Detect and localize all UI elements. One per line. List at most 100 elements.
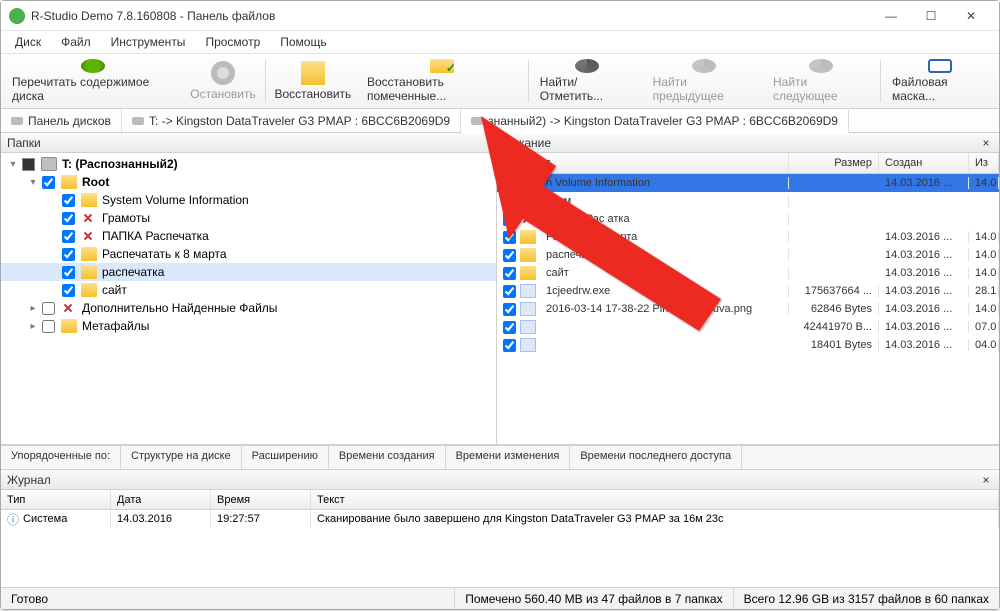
redx-icon (520, 212, 536, 226)
journal-header: Журнал× (1, 470, 999, 490)
tree-row[interactable]: ПАПКА Распечатка (1, 227, 496, 245)
tree-row[interactable]: Грамоты (1, 209, 496, 227)
toolbar-stop: Остановить (183, 54, 263, 108)
file-row[interactable]: 2016-03-14 17-38-22 Piriform Recuva.png … (497, 300, 999, 318)
file-row[interactable]: Распечатать к рта 14.03.2016 ... 14.0 (497, 228, 999, 246)
file-row[interactable]: 18401 Bytes 14.03.2016 ... 04.0 (497, 336, 999, 354)
folder-icon (520, 230, 536, 244)
files-pane: ержание× Имя Размер Создан Из n Volume I… (497, 133, 999, 444)
col-name[interactable]: Имя (523, 153, 789, 173)
minimize-button[interactable]: — (871, 2, 911, 30)
folder-icon (81, 247, 97, 261)
tree-checkbox[interactable] (62, 230, 75, 243)
tree-row[interactable]: System Volume Information (1, 191, 496, 209)
toolbar-reload[interactable]: Перечитать содержимое диска (3, 54, 183, 108)
tree-checkbox[interactable] (62, 194, 75, 207)
tree-row[interactable]: сайт (1, 281, 496, 299)
file-checkbox[interactable] (503, 213, 516, 226)
tree-checkbox[interactable] (62, 266, 75, 279)
tab-disk-panel[interactable]: Панель дисков (1, 109, 122, 132)
tree-root[interactable]: ▾T: (Распознанный2) (1, 155, 496, 173)
status-ready: Готово (1, 588, 58, 609)
toolbar-recover-marked[interactable]: Восстановить помеченные... (358, 54, 526, 108)
toolbar-find[interactable]: Найти/Отметить... (531, 54, 644, 108)
files-pane-close[interactable]: × (979, 136, 993, 150)
disk-icon (471, 117, 483, 125)
file-checkbox[interactable] (503, 303, 516, 316)
folder-tree[interactable]: ▾T: (Распознанный2)▾RootSystem Volume In… (1, 153, 496, 444)
tree-row[interactable]: ▸Дополнительно Найденные Файлы (1, 299, 496, 317)
file-row[interactable]: сайт 14.03.2016 ... 14.0 (497, 264, 999, 282)
tab-volume-1[interactable]: T: -> Kingston DataTraveler G3 PMAP : 6B… (122, 109, 461, 132)
sort-by-structure[interactable]: Структуре на диске (121, 446, 242, 469)
menu-file[interactable]: Файл (51, 33, 101, 51)
redx-icon (81, 211, 97, 225)
document-tabs: Панель дисков T: -> Kingston DataTravele… (1, 109, 999, 133)
menu-help[interactable]: Помощь (270, 33, 336, 51)
tab-volume-2[interactable]: знанный2) -> Kingston DataTraveler G3 PM… (461, 110, 849, 133)
tree-checkbox[interactable] (42, 320, 55, 333)
file-checkbox[interactable] (503, 285, 516, 298)
tree-row[interactable]: ▾Root (1, 173, 496, 191)
file-list[interactable]: n Volume Information 14.03.2016 ... 14.0… (497, 174, 999, 444)
folders-pane: Папки ▾T: (Распознанный2)▾RootSystem Vol… (1, 133, 497, 444)
statusbar: Готово Помечено 560.40 MB из 47 файлов в… (1, 587, 999, 609)
file-checkbox[interactable] (503, 321, 516, 334)
toolbar-recover[interactable]: Восстановить (268, 54, 358, 108)
jcol-time[interactable]: Время (211, 490, 311, 509)
col-size[interactable]: Размер (789, 153, 879, 173)
journal-rows: ⓘСистема14.03.201619:27:57Сканирование б… (1, 510, 999, 528)
tree-checkbox[interactable] (62, 284, 75, 297)
sort-by-mtime[interactable]: Времени изменения (446, 446, 571, 469)
jcol-type[interactable]: Тип (1, 490, 111, 509)
file-checkbox[interactable] (503, 231, 516, 244)
tree-checkbox[interactable] (62, 248, 75, 261)
tree-checkbox[interactable] (62, 212, 75, 225)
toolbar: Перечитать содержимое диска Остановить В… (1, 53, 999, 109)
file-checkbox[interactable] (503, 195, 516, 208)
tree-row[interactable]: ▸Метафайлы (1, 317, 496, 335)
journal-close[interactable]: × (979, 473, 993, 487)
file-mask-icon (928, 59, 952, 73)
titlebar: R-Studio Demo 7.8.160808 - Панель файлов… (1, 1, 999, 31)
menu-view[interactable]: Просмотр (195, 33, 270, 51)
sort-by-ctime[interactable]: Времени создания (329, 446, 446, 469)
file-checkbox[interactable] (503, 267, 516, 280)
app-icon (9, 8, 25, 24)
col-created[interactable]: Создан (879, 153, 969, 173)
tree-checkbox[interactable] (42, 302, 55, 315)
close-button[interactable]: ✕ (951, 2, 991, 30)
file-checkbox[interactable] (503, 339, 516, 352)
col-modified[interactable]: Из (969, 153, 999, 173)
find-icon (575, 59, 599, 73)
folder-icon (61, 175, 77, 189)
file-row[interactable]: n Volume Information 14.03.2016 ... 14.0 (497, 174, 999, 192)
sort-by-ext[interactable]: Расширению (242, 446, 329, 469)
menu-disk[interactable]: Диск (5, 33, 51, 51)
file-row[interactable]: распечатка 14.03.2016 ... 14.0 (497, 246, 999, 264)
file-checkbox[interactable] (503, 177, 516, 190)
file-row[interactable]: Грам (497, 192, 999, 210)
folder-icon (81, 193, 97, 207)
toolbar-find-next: Найти следующее (764, 54, 878, 108)
jcol-text[interactable]: Текст (311, 490, 999, 509)
redx-icon (61, 301, 77, 315)
files-pane-header: ержание× (497, 133, 999, 153)
jcol-date[interactable]: Дата (111, 490, 211, 509)
sort-by-atime[interactable]: Времени последнего доступа (570, 446, 742, 469)
refresh-icon (81, 59, 105, 73)
toolbar-file-mask[interactable]: Файловая маска... (883, 54, 997, 108)
file-icon (520, 302, 536, 316)
maximize-button[interactable]: ☐ (911, 2, 951, 30)
journal-pane: Журнал× Тип Дата Время Текст ⓘСистема14.… (1, 469, 999, 576)
file-row[interactable]: 42441970 B... 14.03.2016 ... 07.0 (497, 318, 999, 336)
tree-row[interactable]: Распечатать к 8 марта (1, 245, 496, 263)
menu-tools[interactable]: Инструменты (101, 33, 196, 51)
file-row[interactable]: 1cjeedrw.exe 175637664 ... 14.03.2016 ..… (497, 282, 999, 300)
tree-checkbox[interactable] (42, 176, 55, 189)
tree-row[interactable]: распечатка (1, 263, 496, 281)
file-checkbox[interactable] (503, 249, 516, 262)
folder-icon (520, 176, 536, 190)
status-total: Всего 12.96 GB из 3157 файлов в 60 папка… (733, 588, 999, 609)
file-row[interactable]: ПАПКА Рас атка (497, 210, 999, 228)
